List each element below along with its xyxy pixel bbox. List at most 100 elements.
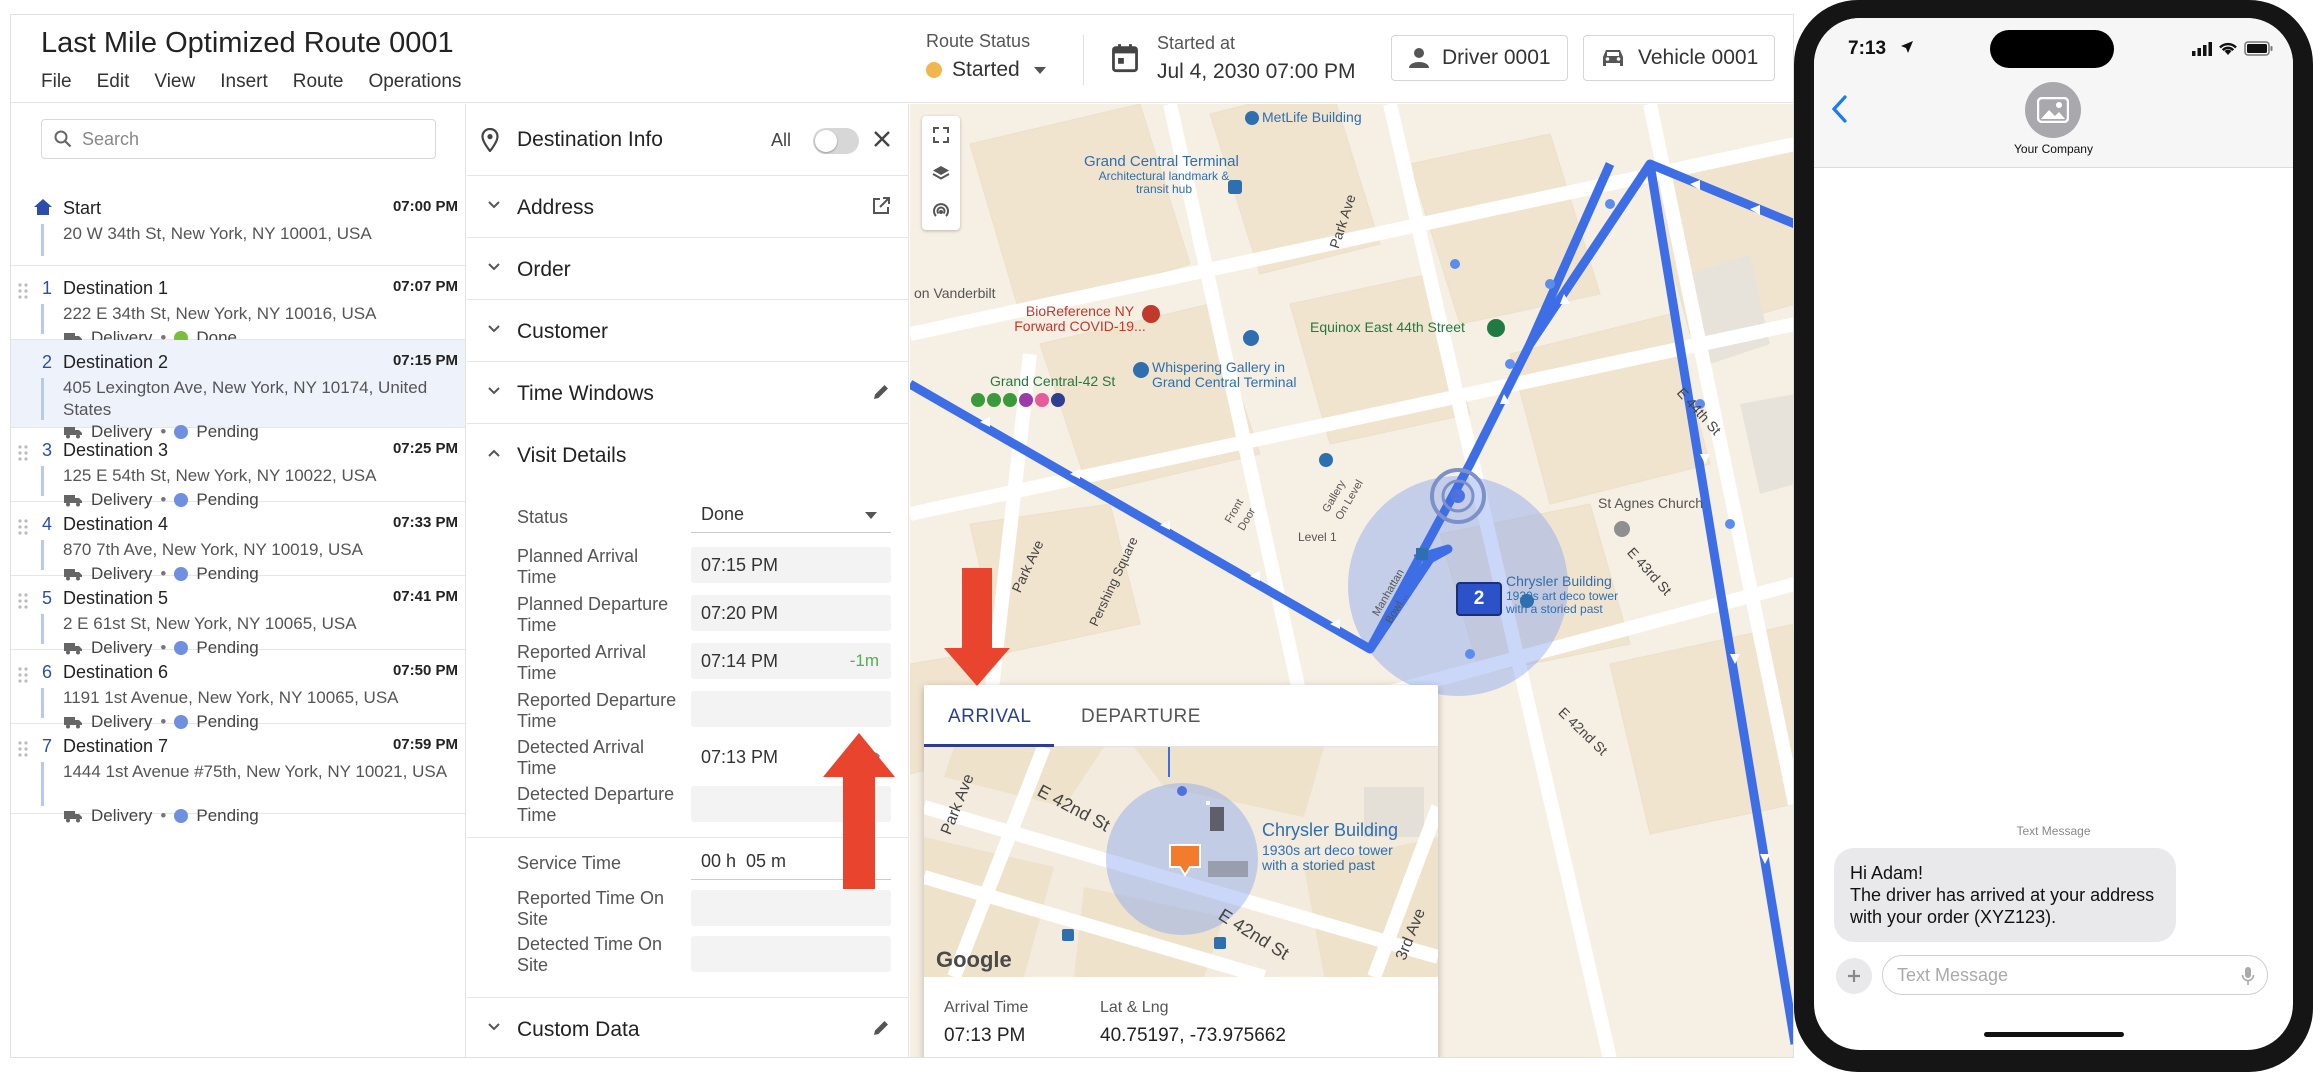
layers-icon[interactable]: [922, 154, 960, 192]
reported-arrival-label: Reported Arrival Time: [517, 642, 647, 683]
tab-departure[interactable]: DEPARTURE: [1081, 706, 1201, 728]
chevron-down-icon[interactable]: [1033, 66, 1046, 74]
pencil-icon[interactable]: [871, 382, 891, 402]
stop-time: 07:50 PM: [392, 662, 458, 679]
reported-departure-field[interactable]: [691, 691, 891, 727]
service-time-label: Service Time: [517, 853, 622, 873]
section-label: Address: [517, 196, 595, 219]
search-box[interactable]: [41, 119, 436, 159]
panel-header: Destination Info All: [467, 104, 908, 176]
microphone-icon[interactable]: [2241, 966, 2255, 986]
detected-departure-label: Detected Departure Time: [517, 784, 675, 825]
drag-handle-icon[interactable]: [17, 592, 29, 610]
back-chevron-icon[interactable]: [1830, 94, 1848, 124]
arrival-delta: -1m: [849, 651, 879, 670]
stop-address: 870 7th Ave, New York, NY 10019, USA: [63, 540, 363, 559]
message-bubble: Hi Adam! The driver has arrived at your …: [1834, 848, 2176, 942]
stop-marker[interactable]: 2: [1456, 582, 1502, 616]
chevron-down-icon: [488, 201, 500, 209]
geofence-icon[interactable]: [922, 192, 960, 230]
message-input[interactable]: Text Message: [1882, 955, 2268, 995]
list-item-destination-1[interactable]: 1 Destination 1 07:07 PM 222 E 34th St, …: [11, 266, 465, 347]
vehicle-button[interactable]: Vehicle 0001: [1583, 35, 1776, 81]
section-customer[interactable]: Customer: [467, 300, 908, 362]
route-status[interactable]: Route Status Started: [926, 31, 1046, 82]
visit-location-popup: ARRIVAL DEPARTURE Park Ave E 42nd St E 4…: [924, 685, 1438, 1057]
stops-list-panel: Start 07:00 PM 20 W 34th St, New York, N…: [11, 104, 466, 1057]
drag-handle-icon[interactable]: [17, 518, 29, 536]
list-item-destination-5[interactable]: 5 Destination 5 07:41 PM 2 E 61st St, Ne…: [11, 576, 465, 657]
planned-arrival-field[interactable]: 07:15 PM: [691, 547, 891, 583]
stop-address: 1444 1st Avenue #75th, New York, NY 1002…: [63, 762, 448, 781]
menu-route[interactable]: Route: [293, 71, 344, 93]
drag-handle-icon[interactable]: [17, 444, 29, 462]
menu-insert[interactable]: Insert: [220, 71, 268, 93]
section-custom-data[interactable]: Custom Data: [467, 997, 908, 1057]
started-at: Started at Jul 4, 2030 07:00 PM: [1111, 33, 1355, 84]
menu-edit[interactable]: Edit: [97, 71, 130, 93]
all-toggle[interactable]: [813, 128, 859, 154]
status-label: Status: [517, 507, 569, 527]
search-icon: [54, 130, 72, 148]
list-item-start[interactable]: Start 07:00 PM 20 W 34th St, New York, N…: [11, 186, 465, 266]
stop-number: 3: [41, 440, 52, 460]
stop-address: 125 E 54th St, New York, NY 10022, USA: [63, 466, 377, 485]
section-label: Visit Details: [517, 444, 627, 467]
calendar-icon: [1112, 44, 1138, 73]
route-title[interactable]: Last Mile Optimized Route 0001: [41, 27, 454, 60]
map-controls: [922, 116, 960, 230]
map-label: Chrysler Building: [1262, 820, 1399, 840]
driver-label: Driver 0001: [1442, 46, 1551, 69]
map-label: on Vanderbilt: [914, 285, 996, 301]
map-label: Level 1: [1298, 530, 1337, 544]
stop-name: Destination 2: [63, 352, 169, 372]
stop-address: 1191 1st Avenue, New York, NY 10065, USA: [63, 688, 399, 707]
mini-map[interactable]: Park Ave E 42nd St E 42nd St 3rd Ave Chr…: [924, 747, 1438, 977]
latlng-value: 40.75197, -73.975662: [1100, 1025, 1286, 1046]
person-icon: [1409, 48, 1429, 68]
list-item-destination-3[interactable]: 3 Destination 3 07:25 PM 125 E 54th St, …: [11, 428, 465, 509]
stop-number: 7: [41, 736, 52, 756]
stop-name: Destination 7: [63, 736, 169, 756]
stop-meta: Delivery • Pending: [63, 806, 259, 826]
route-line: [41, 378, 44, 420]
close-icon[interactable]: [871, 128, 893, 150]
app-header: Last Mile Optimized Route 0001 File Edit…: [11, 15, 1793, 103]
list-item-destination-4[interactable]: 4 Destination 4 07:33 PM 870 7th Ave, Ne…: [11, 502, 465, 583]
tab-arrival[interactable]: ARRIVAL: [948, 706, 1031, 728]
fullscreen-icon[interactable]: [922, 116, 960, 154]
list-item-destination-2[interactable]: 2 Destination 2 07:15 PM 405 Lexington A…: [11, 340, 465, 441]
section-label: Time Windows: [517, 382, 654, 405]
drag-handle-icon[interactable]: [17, 282, 29, 300]
add-attachment-button[interactable]: [1836, 958, 1872, 994]
drag-handle-icon[interactable]: [17, 740, 29, 758]
section-visit-details[interactable]: Visit Details: [467, 424, 908, 486]
driver-button[interactable]: Driver 0001: [1391, 35, 1568, 81]
route-map[interactable]: MetLife Building Grand Central Terminal …: [910, 104, 1793, 1057]
company-avatar[interactable]: [2025, 82, 2081, 138]
reported-arrival-field[interactable]: 07:14 PM -1m: [691, 643, 891, 679]
section-time-windows[interactable]: Time Windows: [467, 362, 908, 424]
map-label: MetLife Building: [1262, 109, 1362, 125]
menu-file[interactable]: File: [41, 71, 72, 93]
list-item-destination-7[interactable]: 7 Destination 7 07:59 PM 1444 1st Avenue…: [11, 724, 465, 825]
section-order[interactable]: Order: [467, 238, 908, 300]
list-item-destination-6[interactable]: 6 Destination 6 07:50 PM 1191 1st Avenue…: [11, 650, 465, 731]
status-dot: [926, 62, 942, 78]
section-address[interactable]: Address: [467, 176, 908, 238]
stop-status: Pending: [196, 806, 259, 825]
pencil-icon[interactable]: [871, 1018, 891, 1038]
planned-departure-field[interactable]: 07:20 PM: [691, 595, 891, 631]
map-label: Chrysler Building: [1506, 573, 1612, 589]
stop-marker-number: 2: [1473, 588, 1485, 609]
menu-operations[interactable]: Operations: [368, 71, 461, 93]
route-line: [41, 304, 44, 334]
route-line: [41, 224, 44, 256]
external-link-icon[interactable]: [871, 196, 891, 216]
arrival-time-value: 07:13 PM: [944, 1025, 1026, 1046]
search-input[interactable]: [82, 128, 412, 150]
menu-view[interactable]: View: [154, 71, 195, 93]
drag-handle-icon[interactable]: [17, 666, 29, 684]
detected-onsite-label: Detected Time On Site: [517, 934, 663, 975]
status-select[interactable]: Done: [691, 497, 891, 533]
